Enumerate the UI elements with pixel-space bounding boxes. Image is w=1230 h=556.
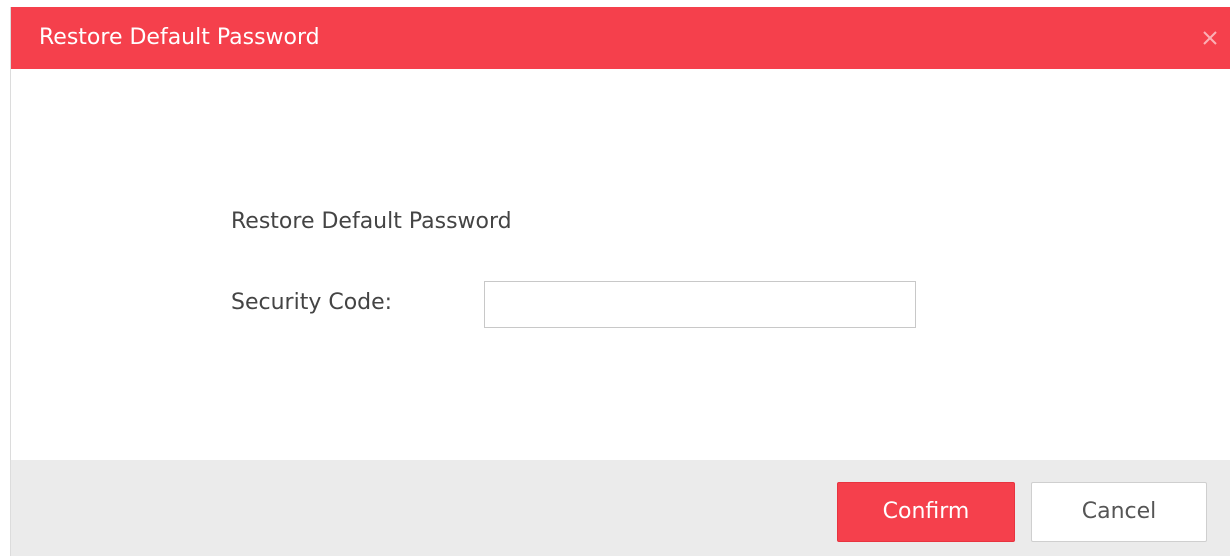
restore-password-dialog: Restore Default Password Restore Default… [10, 7, 1230, 556]
confirm-button[interactable]: Confirm [837, 482, 1015, 542]
security-code-input[interactable] [484, 281, 916, 328]
form-heading: Restore Default Password [231, 209, 512, 234]
security-code-label: Security Code: [231, 290, 393, 315]
dialog-titlebar: Restore Default Password [11, 7, 1230, 69]
dialog-body: Restore Default Password Security Code: [11, 69, 1230, 460]
close-icon-glyph [1203, 31, 1217, 45]
close-icon[interactable] [1197, 25, 1223, 51]
dialog-footer: Confirm Cancel [11, 460, 1230, 556]
dialog-title: Restore Default Password [39, 25, 320, 50]
cancel-button[interactable]: Cancel [1031, 482, 1207, 542]
